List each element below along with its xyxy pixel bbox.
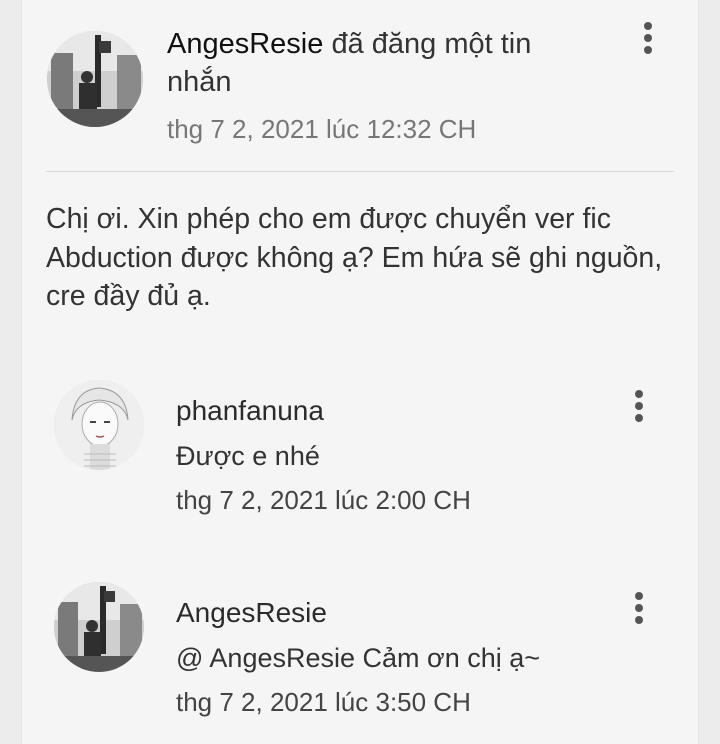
message-card: AngesResie đã đăng một tin nhắn thg 7 2,… (22, 0, 698, 744)
reply-text: Được e nhé (176, 441, 320, 471)
sketch-portrait-avatar-image (54, 380, 144, 470)
post-more-vertical-icon[interactable] (636, 22, 660, 54)
reply-more-vertical-icon[interactable] (627, 592, 651, 624)
post-timestamp: thg 7 2, 2021 lúc 12:32 CH (167, 114, 477, 144)
post-header: AngesResie đã đăng một tin nhắn (167, 25, 587, 101)
post-author-name[interactable]: AngesResie (167, 28, 323, 60)
reply-avatar-phanfanuna[interactable] (54, 380, 144, 470)
reply-timestamp: thg 7 2, 2021 lúc 2:00 CH (176, 485, 471, 515)
author-avatar[interactable] (47, 31, 143, 127)
divider (46, 171, 674, 172)
reply-author-name[interactable]: AngesResie (176, 597, 327, 629)
reply-author-name[interactable]: phanfanuna (176, 395, 324, 427)
reply-text: @ AngesResie Cảm ơn chị ạ~ (176, 643, 541, 673)
reply-more-vertical-icon[interactable] (627, 390, 651, 422)
street-photo-avatar-image (54, 582, 144, 672)
post-body-text: Chị ơi. Xin phép cho em được chuyển ver … (46, 203, 663, 312)
reply-avatar-angesresie[interactable] (54, 582, 144, 672)
street-photo-avatar-image (47, 31, 143, 127)
reply-timestamp: thg 7 2, 2021 lúc 3:50 CH (176, 687, 471, 717)
